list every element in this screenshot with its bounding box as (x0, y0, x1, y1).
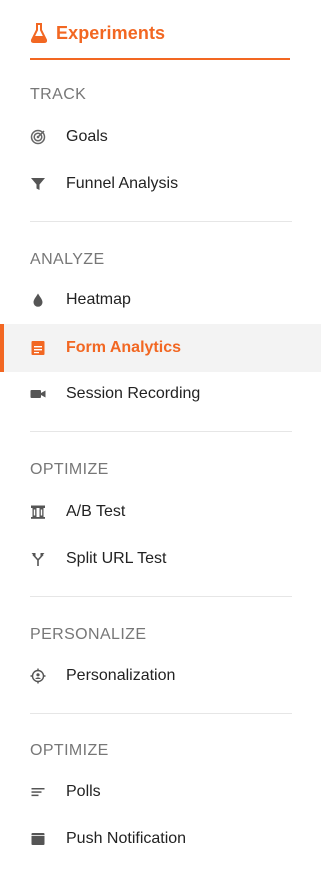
drop-icon (30, 292, 46, 308)
list-icon (30, 784, 46, 800)
sidebar-item-form-analytics[interactable]: Form Analytics (0, 324, 321, 372)
sidebar-item-push-notification[interactable]: Push Notification (0, 815, 321, 863)
sidebar-item-label: Session Recording (66, 385, 201, 402)
sidebar-item-ab-test[interactable]: A/B Test (0, 488, 321, 536)
sidebar-item-goals[interactable]: Goals (0, 113, 321, 161)
section-title-analyze: ANALYZE (30, 251, 105, 268)
sidebar-item-polls[interactable]: Polls (0, 768, 321, 816)
section-title-optimize: OPTIMIZE (30, 461, 109, 478)
ab-test-icon (30, 504, 46, 520)
sidebar-item-session-recording[interactable]: Session Recording (0, 370, 321, 418)
section-title-track: TRACK (30, 86, 87, 103)
sidebar-title: Experiments (56, 23, 166, 43)
target-icon (30, 129, 46, 145)
funnel-icon (30, 176, 46, 192)
crosshair-person-icon (30, 668, 46, 684)
sidebar-item-label: Goals (66, 128, 108, 145)
sidebar-item-label: Heatmap (66, 291, 131, 308)
form-icon (30, 340, 46, 356)
section-divider (30, 221, 292, 222)
sidebar-item-heatmap[interactable]: Heatmap (0, 276, 321, 324)
sidebar-item-label: Personalization (66, 667, 176, 684)
sidebar-item-label: Polls (66, 783, 101, 800)
sidebar-item-label: Form Analytics (66, 339, 181, 356)
sidebar-item-funnel-analysis[interactable]: Funnel Analysis (0, 160, 321, 208)
video-camera-icon (30, 386, 46, 402)
sidebar-item-label: Split URL Test (66, 550, 167, 567)
section-divider (30, 431, 292, 432)
experiments-sidebar: Experiments TRACK Goals Funnel Analysis … (0, 0, 321, 878)
sidebar-item-label: A/B Test (66, 503, 126, 520)
sidebar-item-split-url-test[interactable]: Split URL Test (0, 535, 321, 583)
split-arrows-icon (30, 551, 46, 567)
browser-window-icon (30, 831, 46, 847)
sidebar-header[interactable]: Experiments (30, 20, 290, 60)
section-divider (30, 713, 292, 714)
section-divider (30, 596, 292, 597)
section-title-optimize-secondary: OPTIMIZE (30, 742, 109, 759)
sidebar-item-label: Push Notification (66, 830, 187, 847)
sidebar-item-personalization[interactable]: Personalization (0, 652, 321, 700)
section-title-personalize: PERSONALIZE (30, 626, 147, 643)
sidebar-item-label: Funnel Analysis (66, 175, 179, 192)
flask-icon (30, 23, 48, 43)
